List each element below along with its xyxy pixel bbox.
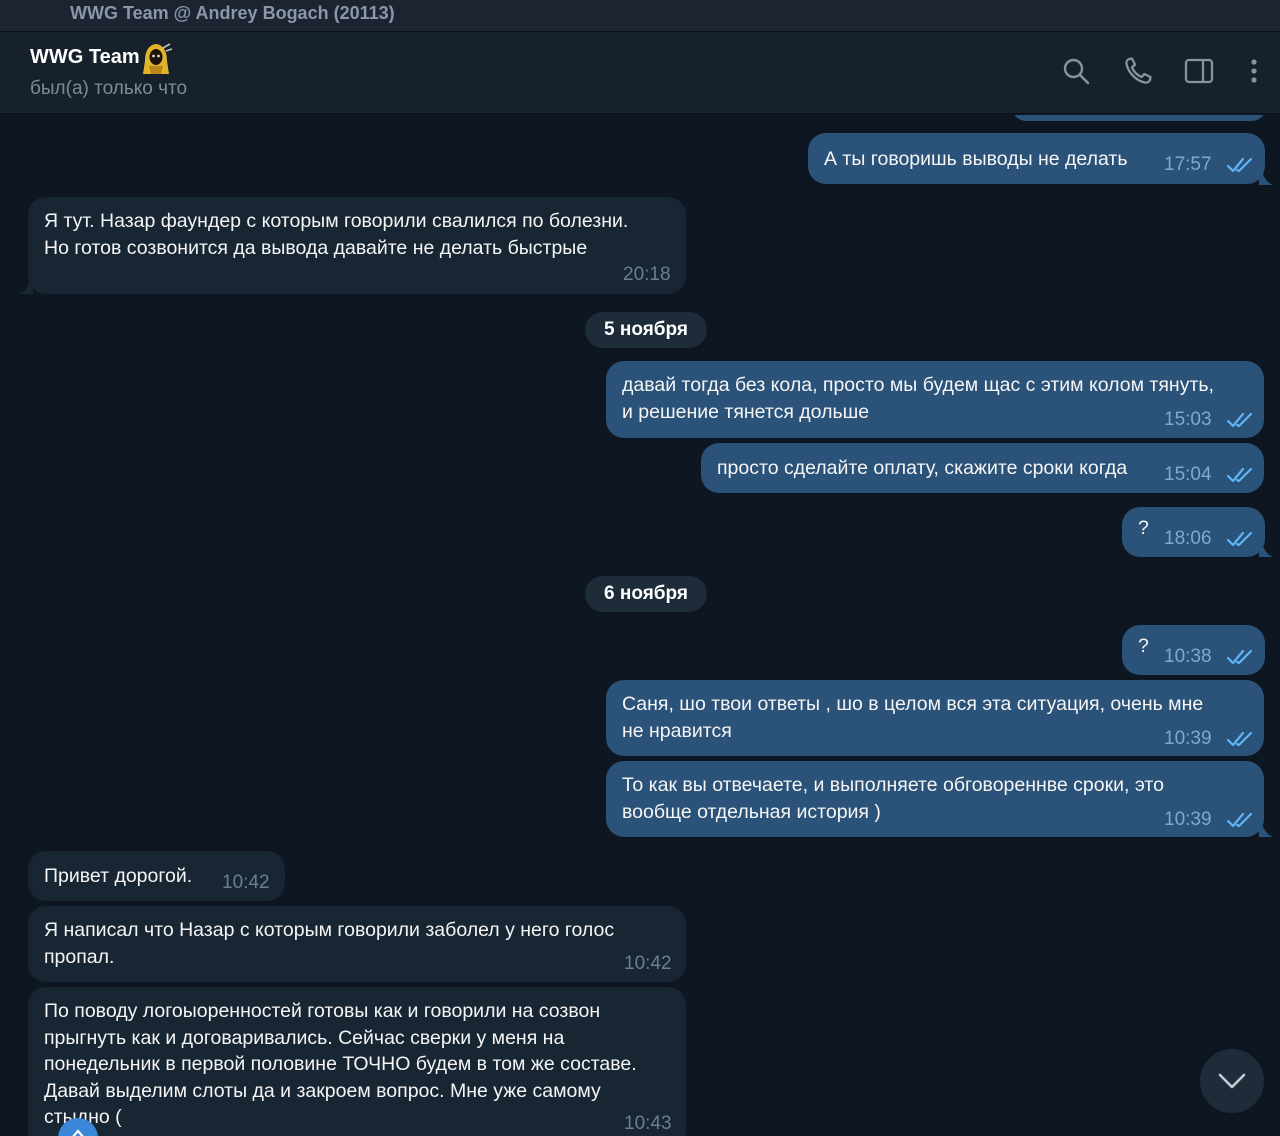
bubble-tail [1259,819,1273,837]
message-time: 17:57 [1164,154,1212,175]
bubble-tail [1259,167,1273,185]
double-check-icon [1226,467,1253,483]
message-time: 18:06 [1164,528,1212,549]
message-time: 10:42 [624,953,672,974]
message-bubble-outgoing[interactable]: А ты говоришь выводы не делать 17:57 [808,133,1265,184]
message-text: По поводу логоыоренностей готовы как и г… [44,1000,637,1128]
search-icon[interactable] [1061,56,1091,86]
message-bubble-outgoing[interactable]: давай тогда без кола, просто мы будем ща… [606,361,1264,438]
message-bubble-incoming[interactable]: Я тут. Назар фаундер с которым говорили … [28,197,686,294]
message-bubble-incoming[interactable]: Я написал что Назар с которым говорили з… [28,906,686,982]
message-time: 15:04 [1164,464,1212,485]
message-text: Саня, шо твои ответы , шо в целом вся эт… [622,693,1204,742]
message-text: ? [1138,517,1149,539]
bubble-tail [19,276,33,294]
message-text: Я написал что Назар с которым говорили з… [44,919,615,968]
message-time: 10:42 [222,872,270,893]
chat-status: был(а) только что [30,78,188,99]
window-title: WWG Team @ Andrey Bogach (20113) [70,3,395,23]
message-text: Привет дорогой. [44,865,193,887]
sidebar-toggle-icon[interactable] [1184,56,1214,86]
chat-name[interactable]: WWG Team [30,46,140,69]
message-text: ? [1138,635,1149,657]
message-text: просто сделайте оплату, скажите сроки ко… [717,457,1128,479]
message-text: То как вы отвечаете, и выполняете обгово… [622,774,1164,823]
message-bubble-outgoing[interactable]: ? 18:06 [1122,507,1265,557]
message-bubble-partial [1012,115,1266,121]
double-check-icon [1226,812,1253,828]
message-time: 10:39 [1164,809,1212,830]
double-check-icon [1226,157,1253,173]
bubble-tail [1259,539,1273,557]
chat-header: WWG Team был(а) только что [0,32,1280,114]
message-text: Я тут. Назар фаундер с которым говорили … [44,210,629,259]
double-check-icon [1226,412,1253,428]
message-time: 10:39 [1164,728,1212,749]
message-text: А ты говоришь выводы не делать [824,148,1128,170]
double-check-icon [1226,731,1253,747]
message-time: 10:43 [624,1113,672,1134]
double-check-icon [1226,649,1253,665]
message-time: 15:03 [1164,409,1212,430]
date-separator: 6 ноября [585,576,707,612]
scroll-to-bottom-button[interactable] [1200,1049,1264,1113]
message-bubble-incoming[interactable]: Привет дорогой. 10:42 [28,851,285,901]
chevron-up-icon [72,1129,84,1136]
message-bubble-outgoing[interactable]: просто сделайте оплату, скажите сроки ко… [701,443,1264,493]
message-text: давай тогда без кола, просто мы будем ща… [622,374,1214,423]
message-bubble-outgoing[interactable]: ? 10:38 [1122,625,1265,675]
chevron-down-icon [1218,1073,1246,1089]
message-time: 10:38 [1164,646,1212,667]
hooded-figure-emoji-icon [143,43,173,74]
double-check-icon [1226,531,1253,547]
message-bubble-incoming[interactable]: По поводу логоыоренностей готовы как и г… [28,987,686,1136]
message-bubble-outgoing[interactable]: То как вы отвечаете, и выполняете обгово… [606,761,1264,837]
message-time: 20:18 [623,264,671,285]
date-separator: 5 ноября [585,312,707,348]
window-title-bar: WWG Team @ Andrey Bogach (20113) [0,0,1280,32]
phone-icon[interactable] [1123,56,1153,86]
message-list[interactable]: А ты говоришь выводы не делать 17:57 Я т… [0,115,1280,1136]
message-bubble-outgoing[interactable]: Саня, шо твои ответы , шо в целом вся эт… [606,680,1264,756]
more-vertical-icon[interactable] [1240,56,1270,86]
